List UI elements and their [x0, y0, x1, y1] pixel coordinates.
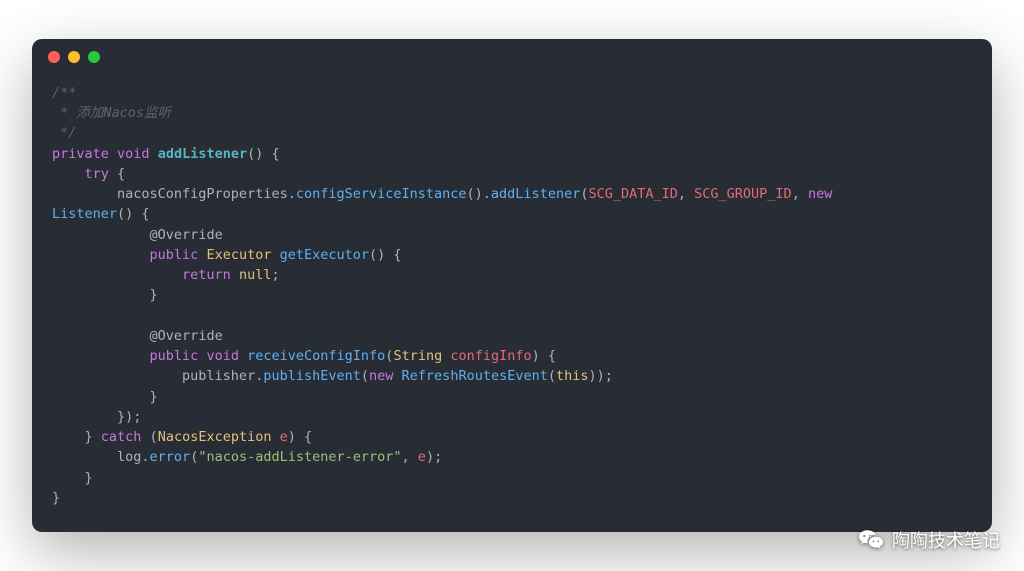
wechat-icon — [858, 527, 884, 553]
code-line: publisher.publishEvent(new RefreshRoutes… — [52, 366, 972, 386]
code-line: */ — [52, 123, 972, 143]
code-line: } — [52, 285, 972, 305]
code-line: } catch (NacosException e) { — [52, 427, 972, 447]
watermark: 陶陶技术笔记 — [858, 527, 1000, 553]
code-window: /** * 添加Nacos监听 */private void addListen… — [32, 39, 992, 532]
code-line: @Override — [52, 326, 972, 346]
code-line: nacosConfigProperties.configServiceInsta… — [52, 184, 972, 204]
watermark-text: 陶陶技术笔记 — [892, 527, 1000, 553]
code-line: private void addListener() { — [52, 144, 972, 164]
code-line: } — [52, 387, 972, 407]
code-line: public Executor getExecutor() { — [52, 245, 972, 265]
code-line: public void receiveConfigInfo(String con… — [52, 346, 972, 366]
code-line: * 添加Nacos监听 — [52, 103, 972, 123]
code-line: } — [52, 468, 972, 488]
code-line: return null; — [52, 265, 972, 285]
code-line: Listener() { — [52, 204, 972, 224]
code-line — [52, 306, 972, 326]
code-line: @Override — [52, 225, 972, 245]
code-line: /** — [52, 83, 972, 103]
code-content: /** * 添加Nacos监听 */private void addListen… — [32, 75, 992, 532]
code-line: }); — [52, 407, 972, 427]
maximize-icon[interactable] — [88, 51, 100, 63]
close-icon[interactable] — [48, 51, 60, 63]
code-line: log.error("nacos-addListener-error", e); — [52, 447, 972, 467]
window-titlebar — [32, 39, 992, 75]
code-line: } — [52, 488, 972, 508]
code-line: try { — [52, 164, 972, 184]
minimize-icon[interactable] — [68, 51, 80, 63]
